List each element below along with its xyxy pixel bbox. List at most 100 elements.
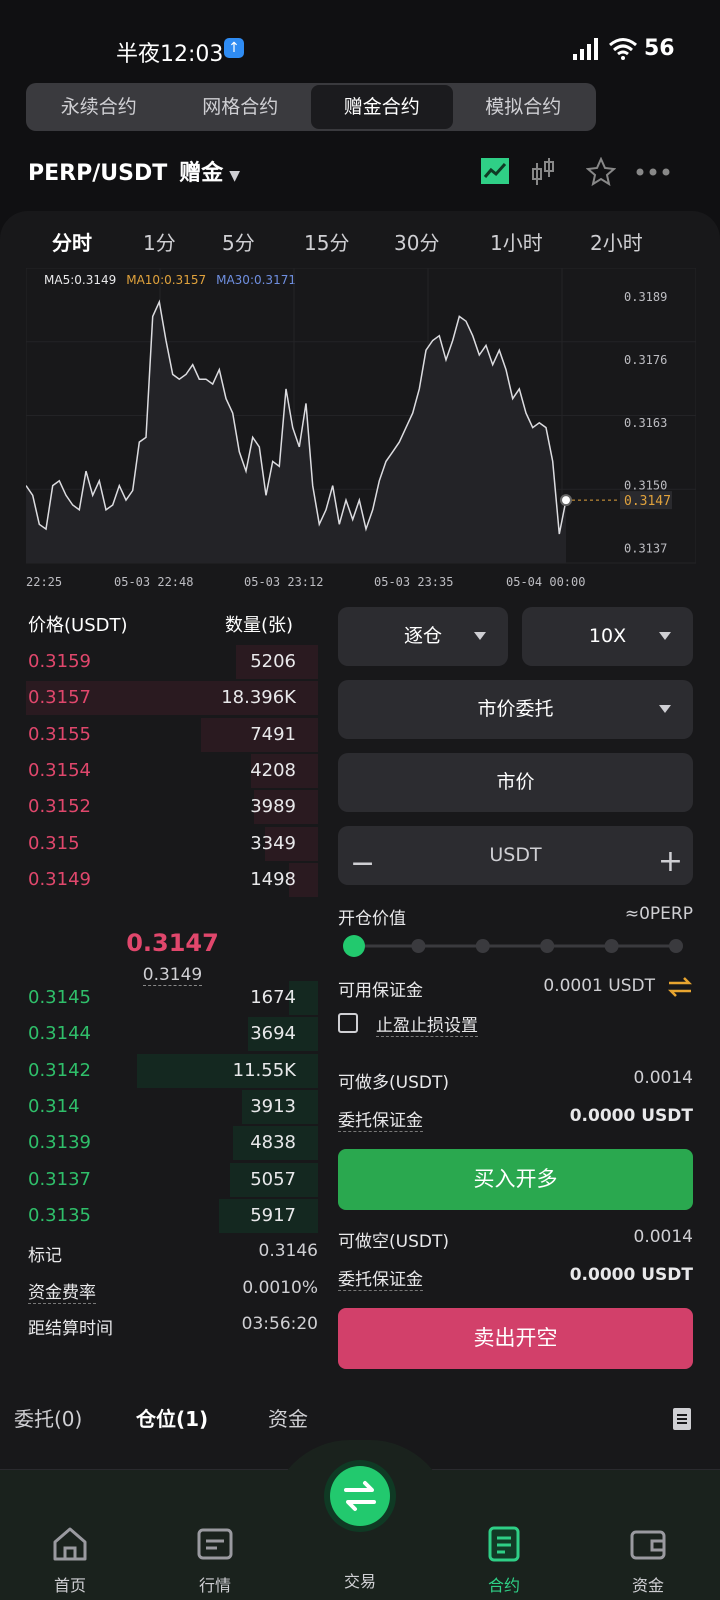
document-icon[interactable]: [672, 1407, 692, 1431]
star-icon[interactable]: [586, 157, 616, 187]
nav-contract[interactable]: 合约: [454, 1524, 554, 1596]
slider-stop[interactable]: [475, 939, 490, 953]
ask-qty: 4208: [250, 759, 296, 781]
slider-handle[interactable]: [343, 935, 365, 957]
tab-perpetual[interactable]: 永续合约: [28, 85, 170, 129]
caret-down-icon: ▼: [229, 168, 241, 184]
slider-stop[interactable]: [411, 939, 426, 953]
slider-stop[interactable]: [604, 939, 619, 953]
amount-slider[interactable]: [340, 933, 690, 959]
ask-row[interactable]: 0.3154 4208: [26, 753, 318, 788]
tab-simulated[interactable]: 模拟合约: [453, 85, 595, 129]
interval-tab[interactable]: 2小时: [590, 227, 643, 256]
tab-orders[interactable]: 委托(0): [14, 1403, 82, 1432]
nav-home[interactable]: 首页: [20, 1524, 120, 1596]
available-margin-label: 可用保证金: [338, 981, 423, 1001]
slider-stop[interactable]: [540, 939, 555, 953]
pair-selector[interactable]: PERP/USDT 赠金 ▼: [28, 155, 240, 187]
caret-down-icon: [474, 631, 486, 640]
order-type-value: 市价委托: [477, 698, 554, 720]
interval-tab[interactable]: 1小时: [490, 227, 543, 256]
header-actions: [480, 157, 695, 191]
margin-mode-select[interactable]: 逐仓: [338, 607, 508, 666]
bid-row[interactable]: 0.3144 3694: [26, 1017, 318, 1052]
upload-icon: ↑: [224, 38, 244, 58]
bid-price: 0.3137: [28, 1168, 91, 1190]
price-chart[interactable]: 0.3189 0.3176 0.3163 0.3150 0.3137 22:25 05-0…: [26, 268, 696, 593]
candlestick-icon[interactable]: [531, 157, 555, 187]
nav-label: 行情: [198, 1576, 231, 1595]
home-icon: [53, 1527, 87, 1561]
nav-trade[interactable]: [330, 1466, 390, 1526]
short-margin-label: 委托保证金: [338, 1270, 423, 1291]
slider-stop[interactable]: [669, 939, 683, 953]
interval-tab[interactable]: 15分: [304, 227, 349, 256]
bid-qty: 4838: [250, 1132, 296, 1154]
swap-icon: [344, 1481, 376, 1511]
long-margin-row: 委托保证金 0.0000 USDT: [338, 1106, 693, 1132]
bid-row[interactable]: 0.3142 11.55K: [26, 1053, 318, 1088]
contract-mode-tabs: 永续合约 网格合约 赠金合约 模拟合约: [26, 83, 596, 131]
bid-qty: 3694: [250, 1023, 296, 1045]
open-value: ≈0PERP: [624, 904, 693, 924]
tab-positions[interactable]: 仓位(1): [136, 1403, 208, 1432]
settlement-label: 距结算时间: [28, 1319, 113, 1339]
tpsl-checkbox[interactable]: [338, 1013, 358, 1033]
ask-qty: 7491: [250, 723, 296, 745]
leverage-select[interactable]: 10X: [522, 607, 693, 666]
x-tick-label: 05-03 22:48: [114, 575, 193, 589]
y-tick-label: 0.3176: [624, 353, 667, 367]
long-available-value: 0.0014: [633, 1068, 693, 1088]
short-available-label: 可做空(USDT): [338, 1232, 449, 1252]
bid-row[interactable]: 0.314 3913: [26, 1089, 318, 1124]
interval-tab[interactable]: 1分: [143, 227, 176, 256]
nav-market[interactable]: 行情: [165, 1524, 265, 1596]
ask-price: 0.3155: [28, 723, 91, 745]
bid-price: 0.3144: [28, 1023, 91, 1045]
funding-rate-row[interactable]: 资金费率 0.0010%: [28, 1278, 318, 1304]
tab-bonus[interactable]: 赠金合约: [311, 85, 453, 129]
transfer-icon[interactable]: [667, 976, 693, 998]
y-tick-label: 0.3150: [624, 479, 667, 493]
sell-short-button[interactable]: 卖出开空: [338, 1308, 693, 1369]
interval-tab[interactable]: 分时: [52, 227, 92, 256]
ask-row[interactable]: 0.3159 5206: [26, 645, 318, 679]
status-time: 半夜12:03: [116, 42, 224, 67]
interval-tab[interactable]: 30分: [394, 227, 439, 256]
nav-wallet[interactable]: 资金: [598, 1524, 698, 1596]
minus-icon[interactable]: −: [350, 834, 375, 893]
long-available-row: 可做多(USDT) 0.0014: [338, 1068, 693, 1093]
ask-row[interactable]: 0.3155 7491: [26, 717, 318, 752]
ask-price: 0.3154: [28, 759, 91, 781]
ask-row[interactable]: 0.3157 18.396K: [26, 681, 318, 716]
price-field[interactable]: 市价: [338, 753, 693, 812]
wallet-icon: [630, 1530, 666, 1560]
order-type-select[interactable]: 市价委托: [338, 680, 693, 739]
bid-row[interactable]: 0.3139 4838: [26, 1126, 318, 1161]
buy-long-button[interactable]: 买入开多: [338, 1149, 693, 1210]
plus-icon[interactable]: +: [658, 832, 683, 891]
short-margin-value: 0.0000 USDT: [569, 1265, 693, 1285]
bid-row[interactable]: 0.3145 1674: [26, 981, 318, 1015]
bid-qty: 5917: [250, 1204, 296, 1226]
ask-row[interactable]: 0.315 3349: [26, 826, 318, 861]
ask-row[interactable]: 0.3152 3989: [26, 790, 318, 825]
available-margin-value: 0.0001 USDT: [543, 976, 655, 996]
tpsl-label[interactable]: 止盈止损设置: [376, 1011, 478, 1037]
ask-price: 0.315: [28, 832, 80, 854]
settlement-row: 距结算时间 03:56:20: [28, 1314, 318, 1339]
tab-assets[interactable]: 资金: [268, 1403, 308, 1432]
long-margin-label: 委托保证金: [338, 1111, 423, 1132]
interval-tab[interactable]: 5分: [222, 227, 255, 256]
bid-row[interactable]: 0.3135 5917: [26, 1198, 318, 1233]
signal-icon: [573, 38, 598, 60]
line-chart-icon[interactable]: [480, 157, 510, 185]
amount-input[interactable]: − USDT +: [338, 826, 693, 885]
more-icon[interactable]: [636, 167, 670, 177]
ask-row[interactable]: 0.3149 1498: [26, 862, 318, 897]
mark-row: 标记 0.3146: [28, 1241, 318, 1266]
bid-row[interactable]: 0.3137 5057: [26, 1162, 318, 1197]
caret-down-icon: [659, 631, 671, 640]
tab-grid[interactable]: 网格合约: [170, 85, 312, 129]
ask-price: 0.3149: [28, 868, 91, 890]
